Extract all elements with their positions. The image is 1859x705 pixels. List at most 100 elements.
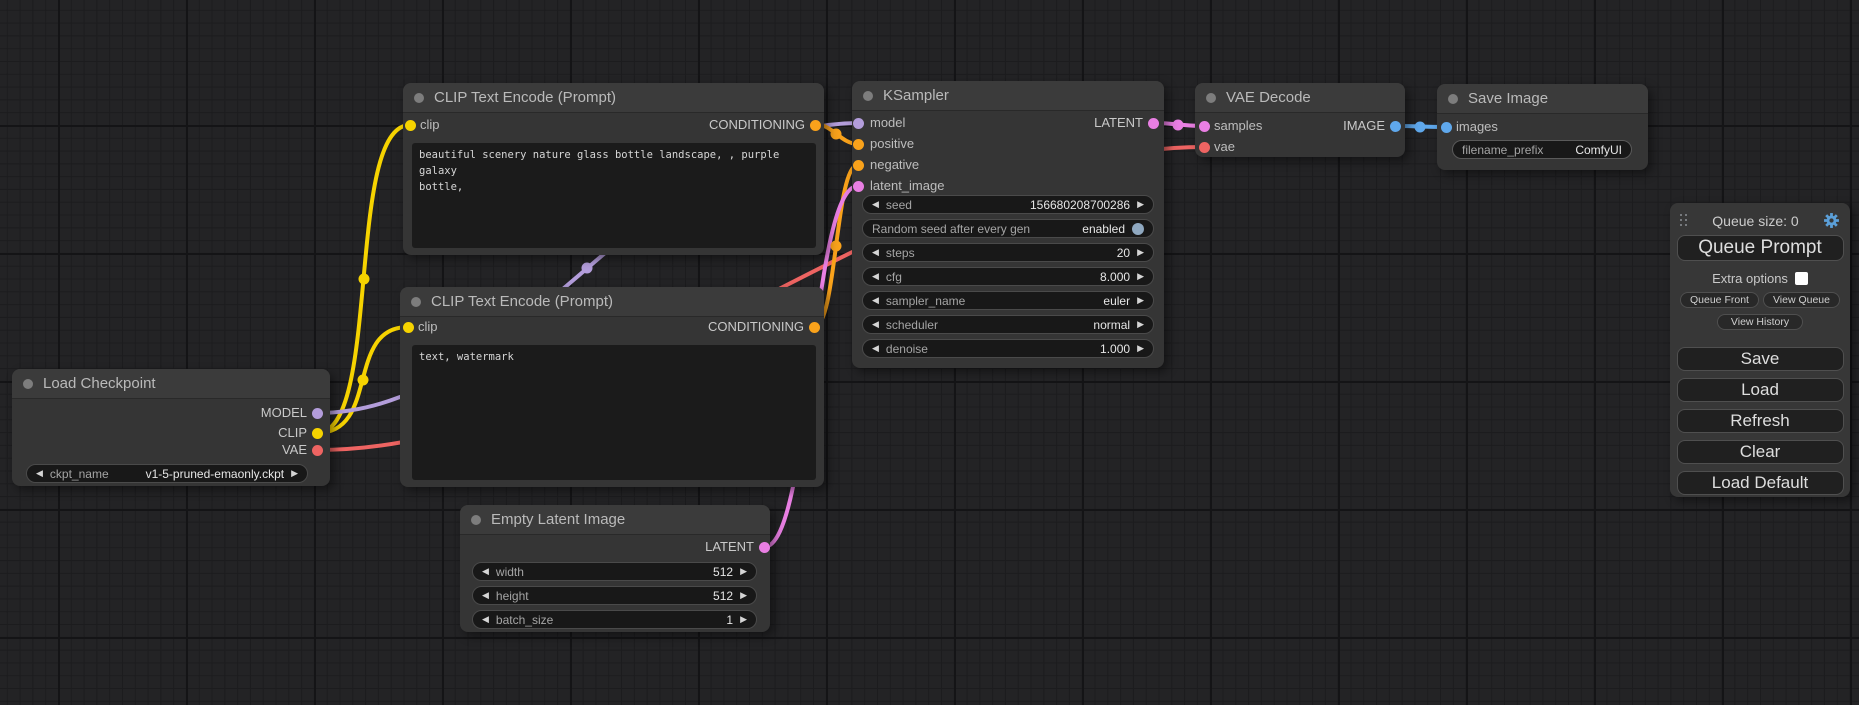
- widget-denoise[interactable]: ◀ denoise 1.000 ▶: [862, 339, 1154, 358]
- node-title-bar[interactable]: KSampler: [852, 81, 1164, 111]
- prompt-textarea[interactable]: beautiful scenery nature glass bottle la…: [412, 143, 816, 248]
- output-slot-latent[interactable]: [1148, 118, 1159, 129]
- output-slot-image[interactable]: [1390, 121, 1401, 132]
- input-slot-images[interactable]: [1441, 122, 1452, 133]
- increment-arrow-icon[interactable]: ▶: [740, 591, 747, 600]
- decrement-arrow-icon[interactable]: ◀: [872, 272, 879, 281]
- view-queue-button[interactable]: View Queue: [1763, 292, 1840, 308]
- extra-options-checkbox[interactable]: [1795, 272, 1808, 285]
- node-title: CLIP Text Encode (Prompt): [434, 89, 616, 106]
- queue-panel[interactable]: Queue size: 0 Queue Prompt Extra options…: [1670, 203, 1850, 497]
- widget-value: 1.000: [1100, 342, 1130, 356]
- node-ksampler[interactable]: KSampler model positive negative latent_…: [852, 81, 1164, 368]
- input-slot-positive[interactable]: [853, 139, 864, 150]
- widget-batch-size[interactable]: ◀ batch_size 1 ▶: [472, 610, 757, 629]
- load-default-button[interactable]: Load Default: [1677, 471, 1844, 495]
- increment-arrow-icon[interactable]: ▶: [1137, 200, 1144, 209]
- collapse-dot-icon[interactable]: [23, 379, 33, 389]
- drag-handle[interactable]: [1680, 214, 1688, 227]
- increment-arrow-icon[interactable]: ▶: [740, 615, 747, 624]
- queue-prompt-button[interactable]: Queue Prompt: [1677, 235, 1844, 261]
- widget-width[interactable]: ◀ width 512 ▶: [472, 562, 757, 581]
- input-slot-latent-image[interactable]: [853, 181, 864, 192]
- output-label-image: IMAGE: [1343, 116, 1385, 136]
- node-save-image[interactable]: Save Image images filename_prefix ComfyU…: [1437, 84, 1648, 170]
- output-slot-clip[interactable]: [312, 428, 323, 439]
- node-canvas[interactable]: { "icons": { "arrow_left": "◀", "arrow_r…: [0, 0, 1859, 705]
- widget-value: 8.000: [1100, 270, 1130, 284]
- save-button[interactable]: Save: [1677, 347, 1844, 371]
- collapse-dot-icon[interactable]: [411, 297, 421, 307]
- input-slot-samples[interactable]: [1199, 121, 1210, 132]
- output-slot-latent[interactable]: [759, 542, 770, 553]
- toggle-enabled-icon[interactable]: [1132, 223, 1144, 235]
- input-label-clip: clip: [418, 317, 438, 337]
- refresh-button[interactable]: Refresh: [1677, 409, 1844, 433]
- widget-scheduler[interactable]: ◀ scheduler normal ▶: [862, 315, 1154, 334]
- input-slot-vae[interactable]: [1199, 142, 1210, 153]
- prompt-textarea[interactable]: text, watermark: [412, 345, 816, 480]
- output-slot-conditioning[interactable]: [810, 120, 821, 131]
- output-slot-conditioning[interactable]: [809, 322, 820, 333]
- node-clip-text-encode-negative[interactable]: CLIP Text Encode (Prompt) clip CONDITION…: [400, 287, 824, 487]
- collapse-dot-icon[interactable]: [471, 515, 481, 525]
- clear-button[interactable]: Clear: [1677, 440, 1844, 464]
- input-slot-negative[interactable]: [853, 160, 864, 171]
- load-button[interactable]: Load: [1677, 378, 1844, 402]
- increment-arrow-icon[interactable]: ▶: [1137, 296, 1144, 305]
- node-title-bar[interactable]: VAE Decode: [1195, 83, 1405, 113]
- increment-arrow-icon[interactable]: ▶: [1137, 344, 1144, 353]
- node-title-bar[interactable]: Save Image: [1437, 84, 1648, 114]
- node-empty-latent-image[interactable]: Empty Latent Image LATENT ◀ width 512 ▶ …: [460, 505, 770, 632]
- widget-sampler-name[interactable]: ◀ sampler_name euler ▶: [862, 291, 1154, 310]
- node-title-bar[interactable]: Empty Latent Image: [460, 505, 770, 535]
- collapse-dot-icon[interactable]: [1206, 93, 1216, 103]
- view-history-button[interactable]: View History: [1717, 314, 1803, 330]
- output-slot-vae[interactable]: [312, 445, 323, 456]
- node-load-checkpoint[interactable]: Load Checkpoint MODEL CLIP VAE ◀ ckpt_na…: [12, 369, 330, 486]
- decrement-arrow-icon[interactable]: ◀: [872, 344, 879, 353]
- node-vae-decode[interactable]: VAE Decode samples vae IMAGE: [1195, 83, 1405, 157]
- increment-arrow-icon[interactable]: ▶: [740, 567, 747, 576]
- widget-label: width: [496, 565, 524, 579]
- decrement-arrow-icon[interactable]: ◀: [872, 200, 879, 209]
- widget-label: filename_prefix: [1462, 143, 1543, 157]
- output-label-vae: VAE: [282, 440, 307, 460]
- widget-cfg[interactable]: ◀ cfg 8.000 ▶: [862, 267, 1154, 286]
- widget-random-seed-toggle[interactable]: Random seed after every gen enabled: [862, 219, 1154, 238]
- link-dot: [359, 274, 370, 285]
- decrement-arrow-icon[interactable]: ◀: [872, 320, 879, 329]
- widget-filename-prefix[interactable]: filename_prefix ComfyUI: [1452, 140, 1632, 159]
- increment-arrow-icon[interactable]: ▶: [1137, 320, 1144, 329]
- input-slot-model[interactable]: [853, 118, 864, 129]
- collapse-dot-icon[interactable]: [863, 91, 873, 101]
- increment-arrow-icon[interactable]: ▶: [1137, 272, 1144, 281]
- widget-seed[interactable]: ◀ seed 156680208700286 ▶: [862, 195, 1154, 214]
- output-slot-model[interactable]: [312, 408, 323, 419]
- decrement-arrow-icon[interactable]: ◀: [872, 296, 879, 305]
- increment-arrow-icon[interactable]: ▶: [291, 469, 298, 478]
- queue-front-button[interactable]: Queue Front: [1680, 292, 1759, 308]
- collapse-dot-icon[interactable]: [1448, 94, 1458, 104]
- node-title-bar[interactable]: CLIP Text Encode (Prompt): [400, 287, 824, 317]
- widget-steps[interactable]: ◀ steps 20 ▶: [862, 243, 1154, 262]
- increment-arrow-icon[interactable]: ▶: [1137, 248, 1144, 257]
- widget-height[interactable]: ◀ height 512 ▶: [472, 586, 757, 605]
- input-slot-clip[interactable]: [405, 120, 416, 131]
- decrement-arrow-icon[interactable]: ◀: [872, 248, 879, 257]
- decrement-arrow-icon[interactable]: ◀: [482, 591, 489, 600]
- decrement-arrow-icon[interactable]: ◀: [36, 469, 43, 478]
- input-slot-clip[interactable]: [403, 322, 414, 333]
- settings-gear-icon[interactable]: [1823, 212, 1840, 229]
- decrement-arrow-icon[interactable]: ◀: [482, 567, 489, 576]
- node-title-bar[interactable]: CLIP Text Encode (Prompt): [403, 83, 824, 113]
- widget-ckpt-name[interactable]: ◀ ckpt_name v1-5-pruned-emaonly.ckpt ▶: [26, 464, 308, 483]
- link-dot: [358, 375, 369, 386]
- node-clip-text-encode-positive[interactable]: CLIP Text Encode (Prompt) clip CONDITION…: [403, 83, 824, 255]
- node-title-bar[interactable]: Load Checkpoint: [12, 369, 330, 399]
- widget-value: euler: [1103, 294, 1130, 308]
- decrement-arrow-icon[interactable]: ◀: [482, 615, 489, 624]
- collapse-dot-icon[interactable]: [414, 93, 424, 103]
- input-label-positive: positive: [870, 134, 914, 154]
- link-dot: [831, 129, 842, 140]
